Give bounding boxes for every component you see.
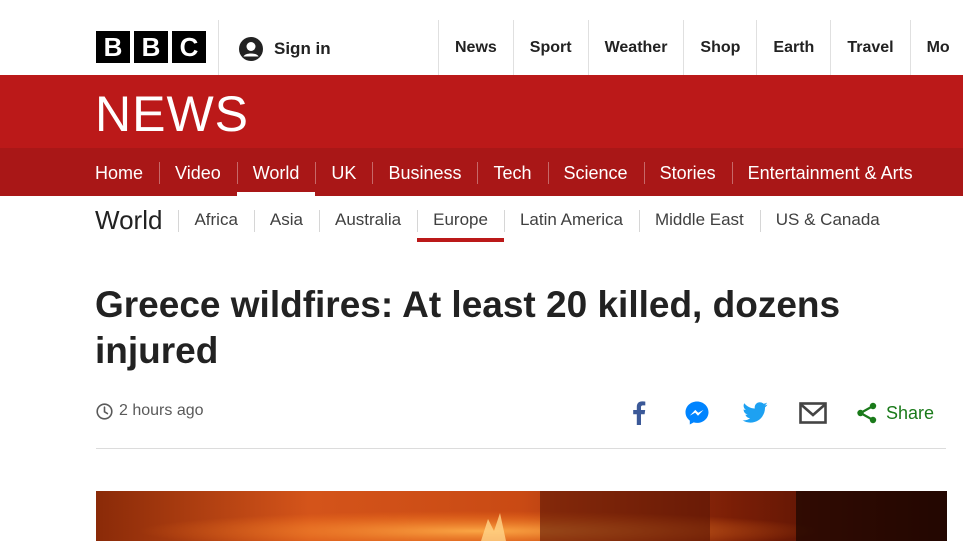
article-timestamp: 2 hours ago — [96, 402, 204, 420]
share-button[interactable]: Share — [856, 402, 934, 424]
section-nav-tech[interactable]: Tech — [477, 148, 547, 196]
subnav-europe[interactable]: Europe — [417, 196, 504, 244]
global-nav-news[interactable]: News — [438, 20, 513, 75]
hero-image — [96, 491, 947, 541]
section-nav-uk[interactable]: UK — [315, 148, 372, 196]
user-icon — [239, 37, 263, 61]
share-messenger-button[interactable] — [668, 396, 726, 430]
share-facebook-button[interactable] — [610, 396, 668, 430]
share-tools: Share — [610, 396, 934, 430]
logo-letter: B — [96, 31, 130, 63]
subnav-latin-america[interactable]: Latin America — [503, 196, 639, 244]
section-nav-entertainment-arts[interactable]: Entertainment & Arts — [731, 148, 929, 196]
subnav-middle-east[interactable]: Middle East — [638, 196, 760, 244]
messenger-icon — [685, 401, 709, 425]
global-nav-more[interactable]: Mo — [909, 20, 963, 75]
logo-letter: C — [172, 31, 206, 63]
section-nav: Home Video World UK Business Tech Scienc… — [0, 148, 963, 196]
global-nav-earth[interactable]: Earth — [756, 20, 830, 75]
section-nav-science[interactable]: Science — [547, 148, 644, 196]
logo-letter: B — [134, 31, 168, 63]
global-nav-sport[interactable]: Sport — [512, 20, 588, 75]
share-icon — [857, 402, 877, 424]
world-subnav: World Africa Asia Australia Europe Latin… — [95, 196, 896, 244]
bbc-logo[interactable]: B B C — [96, 31, 206, 63]
subnav-australia[interactable]: Australia — [318, 196, 417, 244]
news-banner: NEWS Home Video World UK Business Tech S… — [0, 75, 963, 196]
divider — [218, 20, 219, 75]
wildfire-photo — [96, 491, 947, 541]
email-icon — [799, 402, 827, 424]
section-nav-home[interactable]: Home — [79, 148, 159, 196]
global-header: B B C Sign in News Sport Weather Shop Ea… — [0, 0, 963, 75]
subnav-africa[interactable]: Africa — [178, 196, 253, 244]
sign-in-link[interactable]: Sign in — [238, 36, 331, 62]
timestamp-label: 2 hours ago — [119, 402, 204, 419]
global-nav: News Sport Weather Shop Earth Travel Mo — [438, 20, 963, 75]
section-nav-stories[interactable]: Stories — [643, 148, 732, 196]
global-nav-travel[interactable]: Travel — [830, 20, 909, 75]
subnav-us-canada[interactable]: US & Canada — [759, 196, 896, 244]
twitter-icon — [742, 402, 768, 423]
share-label: Share — [886, 402, 935, 423]
article-headline: Greece wildfires: At least 20 killed, do… — [95, 284, 841, 371]
sign-in-label: Sign in — [274, 39, 331, 58]
global-nav-weather[interactable]: Weather — [587, 20, 684, 75]
news-wordmark[interactable]: NEWS — [95, 85, 249, 143]
share-email-button[interactable] — [784, 396, 842, 430]
subnav-asia[interactable]: Asia — [253, 196, 319, 244]
share-twitter-button[interactable] — [726, 396, 784, 430]
divider — [96, 448, 946, 449]
section-nav-video[interactable]: Video — [159, 148, 237, 196]
subnav-title[interactable]: World — [95, 205, 178, 236]
section-nav-business[interactable]: Business — [372, 148, 477, 196]
clock-icon — [96, 402, 113, 420]
facebook-icon — [633, 401, 646, 425]
global-nav-shop[interactable]: Shop — [683, 20, 756, 75]
section-nav-world[interactable]: World — [236, 148, 316, 196]
